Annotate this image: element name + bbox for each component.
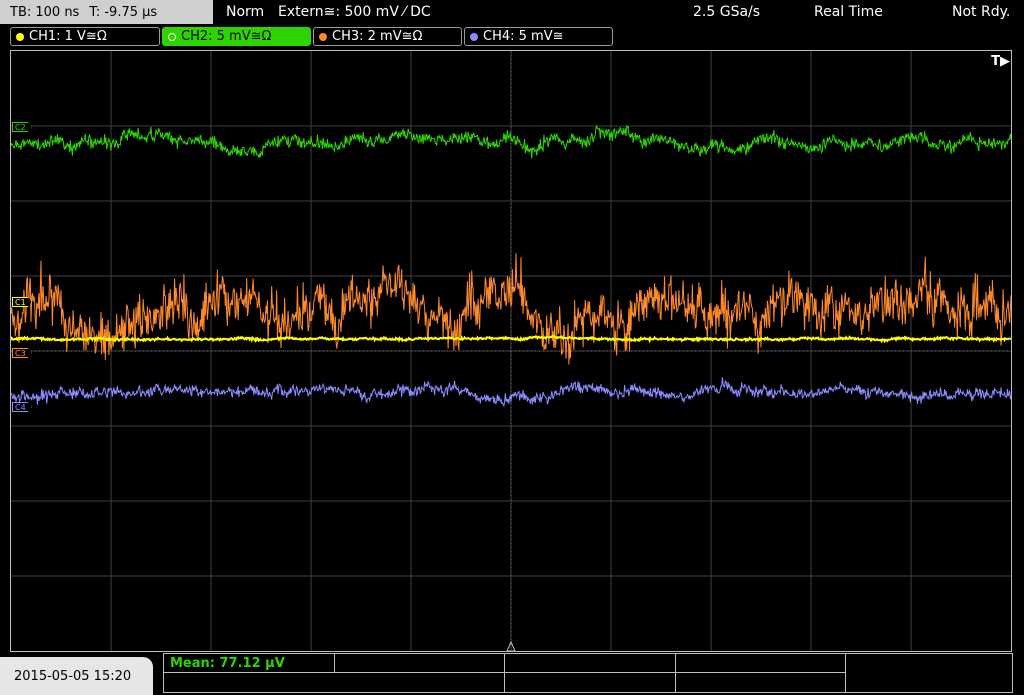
ch2-color-dot	[168, 32, 176, 41]
status-bar: Norm Extern≅: 500 mV ⁄ DC 2.5 GSa/s Real…	[216, 0, 1024, 24]
tab-ch3[interactable]: CH3: 2 mV≅Ω	[313, 27, 462, 46]
ch1-ground-marker[interactable]: C1	[12, 297, 32, 307]
tab-ch3-label: CH3: 2 mV≅Ω	[332, 29, 423, 44]
ch2-ground-marker[interactable]: C2	[12, 122, 32, 132]
ch4-ground-marker[interactable]: C4	[12, 402, 32, 412]
graticule	[11, 51, 1011, 651]
timebase-panel[interactable]: TB: 100 ns T: -9.75 µs	[0, 0, 213, 24]
tab-ch1[interactable]: CH1: 1 V≅Ω	[10, 27, 160, 46]
tab-ch4-label: CH4: 5 mV≅	[483, 29, 564, 44]
waveform-plot[interactable]	[11, 51, 1011, 651]
trigger-source[interactable]: Extern≅: 500 mV ⁄ DC	[278, 4, 431, 20]
ch3-color-dot	[319, 32, 327, 41]
meas-cell	[335, 673, 505, 693]
ch1-color-dot	[16, 32, 24, 41]
tab-ch2[interactable]: CH2: 5 mV≅Ω	[162, 27, 311, 46]
trigger-position-indicator[interactable]: T▶	[991, 54, 1010, 69]
timebase-label[interactable]: TB: 100 ns	[10, 5, 79, 20]
meas-cell	[676, 654, 846, 673]
sample-rate: 2.5 GSa/s	[693, 4, 761, 20]
ch4-color-dot	[470, 32, 478, 41]
tab-ch2-label: CH2: 5 mV≅Ω	[181, 29, 272, 44]
measurement-table: Mean: 77.12 µV	[163, 653, 1013, 693]
ch3-ground-marker[interactable]: C3	[12, 348, 32, 358]
meas-cell	[676, 673, 846, 693]
meas-cell	[335, 654, 505, 673]
trigger-status: Not Rdy.	[952, 4, 1011, 20]
trigger-time-label[interactable]: T: -9.75 µs	[89, 5, 157, 20]
tab-ch1-label: CH1: 1 V≅Ω	[29, 29, 107, 44]
meas-cell	[505, 654, 676, 673]
acquisition-mode: Real Time	[814, 4, 883, 20]
tab-ch4[interactable]: CH4: 5 mV≅	[464, 27, 613, 46]
trigger-mode[interactable]: Norm	[226, 4, 264, 20]
meas-cell	[505, 673, 676, 693]
meas-cell	[164, 654, 335, 673]
date-time-display: 2015-05-05 15:20	[0, 657, 153, 695]
